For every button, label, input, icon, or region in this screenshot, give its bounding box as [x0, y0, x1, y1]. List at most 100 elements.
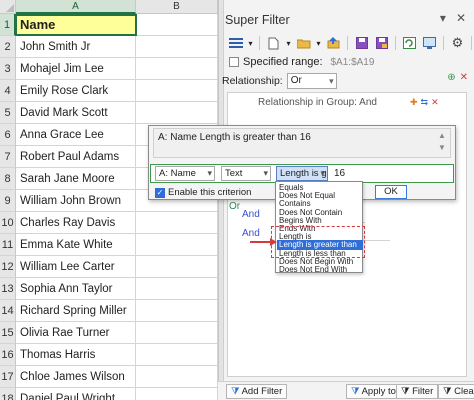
specified-range-value[interactable]: $A1:$A19 [331, 57, 375, 68]
relationship-label: Relationship: [222, 74, 283, 87]
type-select-value: Text [225, 168, 243, 179]
add-filter-button[interactable]: ⧩ Add Filter [226, 384, 288, 399]
cell-b[interactable] [136, 212, 218, 234]
clear-filter-icon: ⧩ [443, 386, 455, 397]
row-header[interactable]: 17 [0, 366, 16, 388]
row-header[interactable]: 6 [0, 124, 16, 146]
cell-b[interactable] [136, 388, 218, 400]
column-select[interactable]: A: Name ▾ [155, 166, 215, 181]
operator-select[interactable]: Length is gr ▾ [276, 166, 328, 181]
cell-b[interactable] [136, 36, 218, 58]
cell-b[interactable] [136, 14, 218, 36]
cell-b[interactable] [136, 102, 218, 124]
cell-name[interactable]: Sarah Jane Moore [16, 168, 136, 190]
specified-range-checkbox[interactable] [229, 57, 239, 67]
cell-name[interactable]: Anna Grace Lee [16, 124, 136, 146]
delete-group-icon[interactable]: ✕ [460, 72, 468, 83]
row-header[interactable]: 18 [0, 388, 16, 400]
cell-b[interactable] [136, 234, 218, 256]
clear-button[interactable]: ⧩ Clear [438, 384, 474, 399]
cell-b[interactable] [136, 278, 218, 300]
row-header[interactable]: 10 [0, 212, 16, 234]
cell-name[interactable]: Charles Ray Davis [16, 212, 136, 234]
new-file-icon[interactable] [265, 35, 282, 51]
cell-b[interactable] [136, 366, 218, 388]
select-all-corner[interactable] [0, 0, 16, 14]
cell-a1-header[interactable]: Name [16, 14, 136, 36]
type-select[interactable]: Text ▾ [221, 166, 271, 181]
pane-options-icon[interactable]: ▾ [440, 11, 446, 25]
menu-lines-icon[interactable] [227, 35, 244, 51]
cell-name[interactable]: David Mark Scott [16, 102, 136, 124]
filter-button[interactable]: ⧩ Filter [396, 384, 439, 399]
filter-add-icon: ⧩ [231, 386, 242, 397]
close-icon[interactable]: ✕ [456, 11, 466, 25]
row-header[interactable]: 16 [0, 344, 16, 366]
cell-name[interactable]: Emily Rose Clark [16, 80, 136, 102]
move-icon[interactable]: ⇆ [421, 97, 429, 108]
display-icon[interactable] [421, 35, 438, 51]
cell-b[interactable] [136, 80, 218, 102]
row-header[interactable]: 5 [0, 102, 16, 124]
add-condition-icon[interactable]: ✚ [410, 97, 418, 108]
open-dropdown-icon[interactable]: ▾ [315, 35, 322, 51]
cell-name[interactable]: John Smith Jr [16, 36, 136, 58]
and-connector-1: And [242, 209, 260, 220]
ok-button[interactable]: OK [375, 185, 407, 199]
cell-b[interactable] [136, 322, 218, 344]
cell-b[interactable] [136, 300, 218, 322]
row-header[interactable]: 1 [0, 14, 16, 36]
menu-dropdown-icon[interactable]: ▾ [247, 35, 254, 51]
refresh-icon[interactable] [401, 35, 418, 51]
preview-scroll-arrows[interactable]: ▲ ▼ [438, 130, 446, 154]
column-header-b[interactable]: B [136, 0, 218, 14]
cell-name[interactable]: Chloe James Wilson [16, 366, 136, 388]
save-icon[interactable] [353, 35, 370, 51]
load-scenario-icon[interactable] [325, 35, 342, 51]
cell-name[interactable]: Emma Kate White [16, 234, 136, 256]
and-connector-2: And [242, 228, 260, 239]
cell-b[interactable] [136, 256, 218, 278]
open-folder-icon[interactable] [295, 35, 312, 51]
add-group-icon[interactable]: ⊕ [447, 72, 455, 83]
pane-title: Super Filter [225, 13, 290, 27]
row-header[interactable]: 15 [0, 322, 16, 344]
column-header-a[interactable]: A [16, 0, 136, 14]
arrow-head-icon [270, 238, 277, 246]
row-header[interactable]: 3 [0, 58, 16, 80]
row-header[interactable]: 14 [0, 300, 16, 322]
cell-name[interactable]: William John Brown [16, 190, 136, 212]
cell-name[interactable]: Sophia Ann Taylor [16, 278, 136, 300]
relationship-row: Relationship: Or [222, 72, 470, 89]
chevron-down-icon: ▾ [263, 168, 268, 178]
cell-name[interactable]: Richard Spring Miller [16, 300, 136, 322]
new-dropdown-icon[interactable]: ▾ [285, 35, 292, 51]
pane-resize-gutter[interactable] [219, 0, 224, 400]
criterion-value-input[interactable]: 16 [334, 166, 345, 181]
row-header[interactable]: 4 [0, 80, 16, 102]
relationship-icons: ⊕ ✕ [447, 72, 468, 83]
group-action-icons: ✚ ⇆ ✕ [410, 97, 439, 108]
cell-name[interactable]: Thomas Harris [16, 344, 136, 366]
row-header[interactable]: 12 [0, 256, 16, 278]
apply-to-button[interactable]: ⧩ Apply to [346, 384, 401, 399]
row-header[interactable]: 2 [0, 36, 16, 58]
delete-icon[interactable]: ✕ [431, 97, 439, 108]
row-header[interactable]: 8 [0, 168, 16, 190]
row-header[interactable]: 7 [0, 146, 16, 168]
cell-name[interactable]: Mohajel Jim Lee [16, 58, 136, 80]
cell-name[interactable]: Olivia Rae Turner [16, 322, 136, 344]
cell-b[interactable] [136, 58, 218, 80]
row-header[interactable]: 9 [0, 190, 16, 212]
row-header[interactable]: 11 [0, 234, 16, 256]
cell-name[interactable]: William Lee Carter [16, 256, 136, 278]
relationship-select[interactable]: Or [286, 72, 337, 89]
cell-name[interactable]: Daniel Paul Wright [16, 388, 136, 400]
gear-icon[interactable]: ⚙ [449, 35, 466, 51]
row-header[interactable]: 13 [0, 278, 16, 300]
cell-name[interactable]: Robert Paul Adams [16, 146, 136, 168]
save-as-icon[interactable] [373, 35, 390, 51]
cell-b[interactable] [136, 344, 218, 366]
dropdown-option[interactable]: Does Not End With [277, 265, 363, 275]
enable-criterion-checkbox[interactable]: ✓ [155, 187, 165, 198]
